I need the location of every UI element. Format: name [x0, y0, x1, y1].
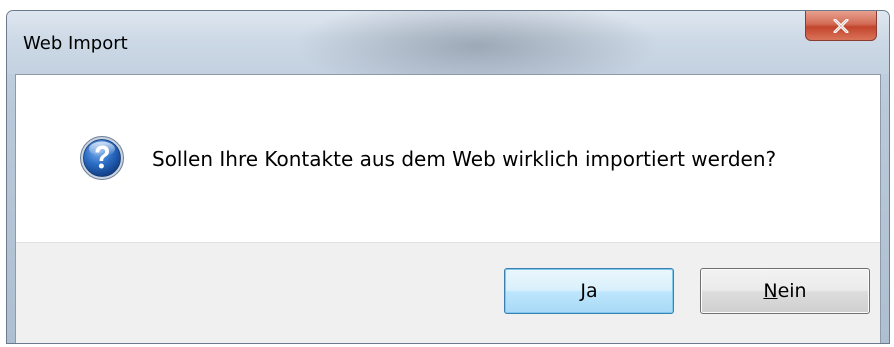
dialog-window: Web Import Sollen Ihre Kontakte aus dem …	[6, 10, 890, 344]
button-bar: Ja Nein	[16, 242, 880, 343]
message-area: Sollen Ihre Kontakte aus dem Web wirklic…	[16, 75, 880, 242]
dialog-content: Sollen Ihre Kontakte aus dem Web wirklic…	[15, 74, 881, 343]
no-button[interactable]: Nein	[700, 268, 870, 314]
no-button-label: ein	[777, 280, 807, 302]
dialog-message: Sollen Ihre Kontakte aus dem Web wirklic…	[152, 147, 777, 171]
close-icon	[833, 18, 849, 33]
window-title: Web Import	[23, 33, 128, 54]
yes-button-label: Ja	[580, 280, 598, 302]
yes-button[interactable]: Ja	[504, 268, 674, 314]
close-button[interactable]	[805, 11, 877, 41]
title-bar[interactable]: Web Import	[7, 11, 889, 74]
question-icon	[80, 136, 124, 180]
no-button-mnemonic: N	[763, 280, 778, 302]
